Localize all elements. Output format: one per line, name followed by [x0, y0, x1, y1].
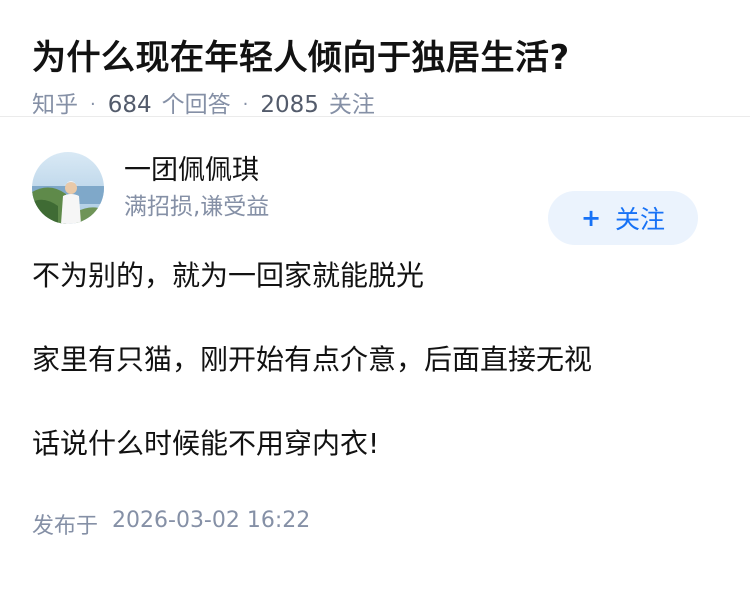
content-paragraph: 话说什么时候能不用穿内衣! [32, 427, 380, 460]
source-label[interactable]: 知乎 [32, 88, 78, 122]
plus-icon: + [580, 204, 602, 232]
answer-card: 一团佩佩琪 满招损,谦受益 + 关注 不为别的，就为一回家就能脱光 家里有只猫，… [0, 150, 750, 540]
author-info: 一团佩佩琪 满招损,谦受益 [124, 153, 269, 223]
author-name[interactable]: 一团佩佩琪 [124, 153, 269, 189]
answer-content: 不为别的，就为一回家就能脱光 家里有只猫，刚开始有点介意，后面直接无视 话说什么… [32, 256, 718, 464]
answer-count: 684 [107, 92, 152, 118]
follow-count-label: 关注 [328, 92, 375, 118]
meta-separator: · [242, 94, 249, 115]
follow-count: 2085 [260, 92, 319, 118]
question-title[interactable]: 为什么现在年轻人倾向于独居生活? [32, 34, 718, 82]
author-headline: 满招损,谦受益 [124, 194, 270, 220]
follow-button[interactable]: + 关注 [548, 191, 698, 245]
follow-button-label: 关注 [615, 205, 666, 234]
avatar-image [32, 152, 104, 224]
publish-datetime: 2026-03-02 16:22 [112, 508, 311, 533]
publish-label: 发布于 [32, 514, 99, 539]
content-paragraph: 不为别的，就为一回家就能脱光 [32, 259, 425, 292]
avatar[interactable] [32, 152, 104, 224]
meta-separator: · [90, 94, 96, 115]
answer-count-label: 个回答 [161, 92, 231, 118]
publish-info: 发布于 2026-03-02 16:22 [32, 508, 718, 540]
question-header: 为什么现在年轻人倾向于独居生活? 知乎 · 684 个回答 · 2085 关注 [0, 0, 750, 118]
content-paragraph: 家里有只猫，刚开始有点介意，后面直接无视 [32, 343, 593, 376]
question-meta: 知乎 · 684 个回答 · 2085 关注 [32, 88, 718, 122]
